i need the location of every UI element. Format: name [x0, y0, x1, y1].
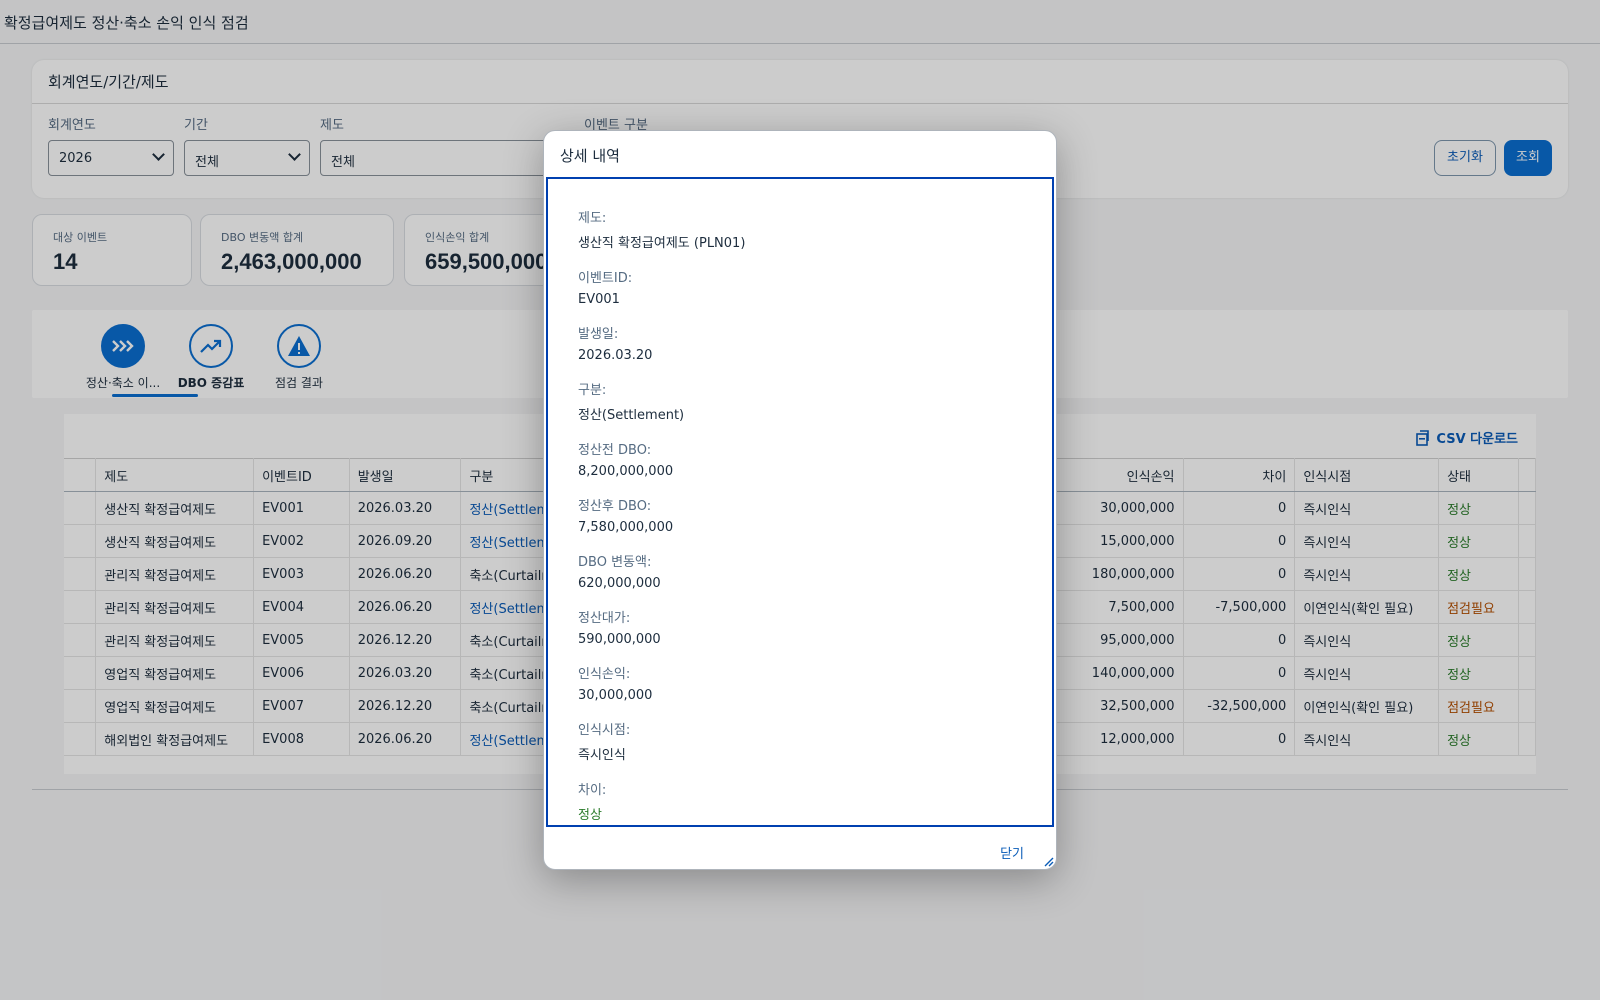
field-value: 2026.03.20 [578, 348, 653, 363]
field-value: 정상 [578, 808, 602, 823]
field-value: 30,000,000 [578, 688, 653, 703]
field-label: 정산대가: [578, 611, 631, 626]
detail-dialog: 상세 내역 제도: 생산직 확정급여제도 (PLN01) 이벤트ID: EV001 … [543, 130, 1057, 870]
detail-field-type: 구분: 정산(Settlement) [578, 379, 1022, 423]
detail-field-plan: 제도: 생산직 확정급여제도 (PLN01) [578, 207, 1022, 251]
field-value: 즉시인식 [578, 748, 626, 763]
field-label: 차이: [578, 783, 607, 798]
detail-field-gain: 인식손익: 30,000,000 [578, 663, 1022, 703]
dialog-title: 상세 내역 [560, 147, 620, 165]
detail-field-settlement-price: 정산대가: 590,000,000 [578, 607, 1022, 647]
field-value: EV001 [578, 292, 620, 307]
field-value: 생산직 확정급여제도 (PLN01) [578, 236, 746, 251]
field-label: 인식시점: [578, 723, 631, 738]
field-label: 구분: [578, 383, 607, 398]
field-label: 이벤트ID: [578, 271, 633, 286]
field-label: 제도: [578, 211, 607, 226]
detail-field-event-id: 이벤트ID: EV001 [578, 267, 1022, 307]
detail-field-date: 발생일: 2026.03.20 [578, 323, 1022, 363]
detail-field-timing: 인식시점: 즉시인식 [578, 719, 1022, 763]
close-button[interactable]: 닫기 [1000, 843, 1024, 862]
field-label: DBO 변동액: [578, 555, 652, 570]
detail-field-dbo-after: 정산후 DBO: 7,580,000,000 [578, 495, 1022, 535]
field-value: 620,000,000 [578, 576, 661, 591]
dialog-footer: 닫기 [544, 829, 1056, 869]
field-value: 정산(Settlement) [578, 408, 685, 423]
field-label: 정산전 DBO: [578, 443, 652, 458]
field-label: 정산후 DBO: [578, 499, 652, 514]
resize-handle-icon[interactable] [1042, 855, 1054, 867]
field-value: 590,000,000 [578, 632, 661, 647]
field-value: 8,200,000,000 [578, 464, 674, 479]
detail-field-dbo-change: DBO 변동액: 620,000,000 [578, 551, 1022, 591]
field-label: 인식손익: [578, 667, 631, 682]
field-value: 7,580,000,000 [578, 520, 674, 535]
detail-field-dbo-before: 정산전 DBO: 8,200,000,000 [578, 439, 1022, 479]
field-label: 발생일: [578, 327, 619, 342]
dialog-content[interactable]: 제도: 생산직 확정급여제도 (PLN01) 이벤트ID: EV001 발생일: 20… [546, 177, 1054, 827]
detail-field-diff: 차이: 정상 [578, 779, 1022, 823]
